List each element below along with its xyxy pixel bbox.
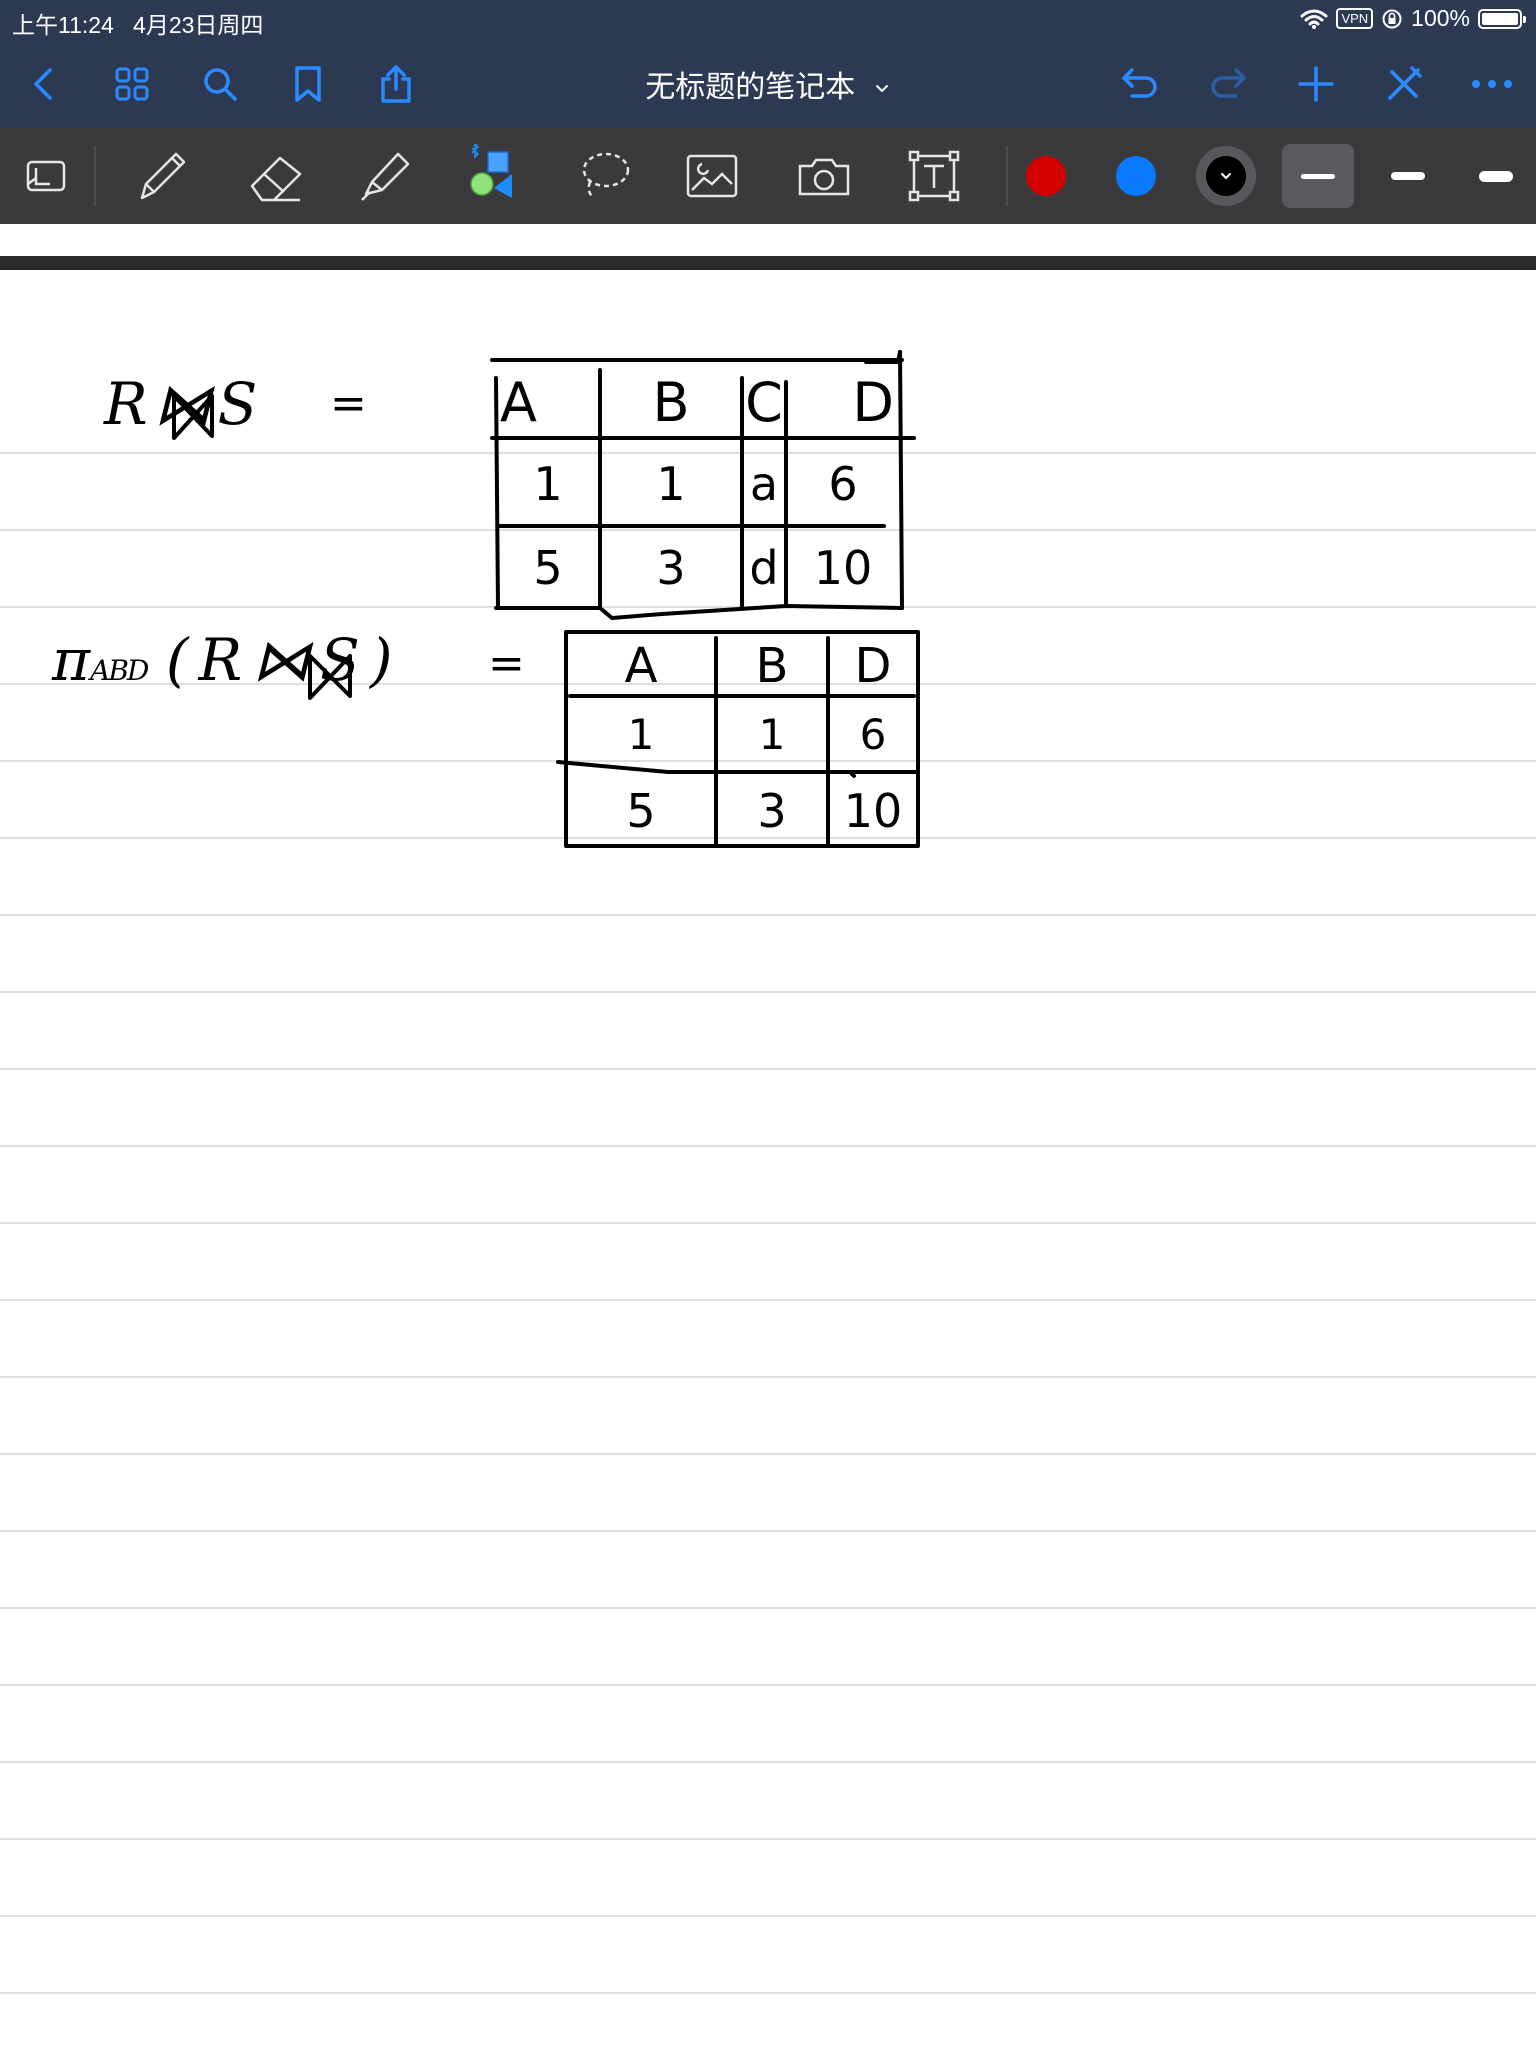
table1-header-a: A (500, 371, 537, 434)
back-chevron-icon (34, 68, 52, 100)
color-swatch-black-dot (1206, 156, 1246, 196)
note-page-canvas[interactable]: R⋈S = πABD (R⋈S) = A B C D 1 1 a 6 5 3 d… (0, 270, 1536, 2048)
text-box-icon (908, 150, 960, 202)
expr2-args: (R⋈S) (165, 626, 403, 694)
redo-button[interactable] (1204, 60, 1252, 108)
share-button[interactable] (372, 60, 420, 108)
stroke-weight-thin-bar (1301, 173, 1335, 179)
drawing-toolbar (0, 128, 1536, 224)
image-icon (686, 154, 738, 198)
undo-button[interactable] (1116, 60, 1164, 108)
table1-header-c: C (745, 371, 783, 434)
table2-cell-r2-b: 3 (757, 784, 787, 838)
expr1-left: R⋈S (104, 370, 264, 438)
stroke-weight-thin-selected[interactable] (1282, 144, 1354, 208)
expr2-text: πABD (R⋈S) (52, 626, 402, 694)
expr2-subscript: ABD (90, 654, 149, 687)
status-date: 4月23日周四 (133, 12, 264, 38)
share-icon (381, 65, 411, 103)
highlighter-icon (361, 152, 410, 201)
pen-tool[interactable] (130, 144, 194, 208)
undo-icon (1122, 68, 1157, 98)
back-button[interactable] (20, 60, 68, 108)
page-top-edge (0, 256, 1536, 270)
wifi-icon (1300, 9, 1328, 29)
more-button[interactable] (1468, 60, 1516, 108)
color-swatch-black-selected[interactable] (1196, 146, 1256, 206)
table1-cell-r2-d: 10 (813, 541, 873, 595)
color-swatch-blue[interactable] (1116, 156, 1156, 196)
status-right: VPN 100% (1300, 5, 1526, 32)
stroke-weight-medium-bar (1391, 172, 1425, 180)
highlighter-tool[interactable] (352, 144, 416, 208)
eraser-icon (250, 156, 302, 202)
expr1-equals: = (330, 378, 367, 429)
status-bar: 上午11:24 4月23日周四 VPN 100% (0, 0, 1536, 40)
stroke-weight-thick-bar (1479, 170, 1513, 182)
battery-fill (1482, 12, 1518, 25)
camera-tool[interactable] (792, 144, 856, 208)
table1-cell-r2-a: 5 (533, 541, 563, 595)
add-page-button[interactable] (1292, 60, 1340, 108)
lasso-tool[interactable] (572, 144, 636, 208)
text-box-tool[interactable] (902, 144, 966, 208)
add-icon (1298, 66, 1334, 102)
camera-icon (798, 158, 850, 196)
table2-cell-r1-b: 1 (758, 710, 786, 759)
stroke-weight-medium[interactable] (1372, 144, 1444, 208)
table1-cell-r1-a: 1 (533, 457, 563, 511)
eraser-tool[interactable] (244, 144, 308, 208)
table1-cell-r1-d: 6 (828, 457, 858, 511)
battery-icon (1478, 8, 1526, 29)
table1-cell-r1-c: a (749, 457, 779, 511)
table1-cell-r1-b: 1 (656, 457, 686, 511)
stylus-toggle-button[interactable] (1380, 60, 1428, 108)
stroke-weight-thick[interactable] (1460, 144, 1532, 208)
table2-cell-r1-a: 1 (627, 710, 655, 759)
shapes-icon (470, 144, 512, 198)
table2-cell-r2-d: 10 (843, 784, 903, 838)
nav-bar: 无标题的笔记本 (0, 40, 1536, 128)
grid-icon (115, 67, 149, 101)
battery-percent: 100% (1411, 5, 1470, 31)
table1-header-b: B (652, 371, 690, 434)
notebook-title[interactable]: 无标题的笔记本 (645, 70, 891, 105)
table2-cell-r1-d: 6 (859, 710, 887, 759)
expr1-text: R⋈S (104, 370, 263, 438)
expr2-pi: π (52, 626, 91, 694)
table2-header-b: B (755, 638, 789, 694)
table2-cell-r2-a: 5 (626, 784, 656, 838)
toolbar-divider (1006, 146, 1008, 206)
table1-header-d: D (852, 371, 894, 434)
chevron-down-icon (875, 84, 888, 92)
shapes-tool[interactable] (460, 144, 524, 208)
image-tool[interactable] (680, 144, 744, 208)
expr2-equals: = (488, 638, 525, 689)
table1-cell-r2-c: d (749, 541, 779, 595)
bookmark-button[interactable] (284, 60, 332, 108)
bookmark-icon (295, 66, 321, 102)
notebook-title-text: 无标题的笔记本 (645, 70, 856, 105)
close-stylus-icon (1388, 66, 1422, 100)
toolbar-divider (94, 146, 96, 206)
color-swatch-red[interactable] (1026, 156, 1066, 196)
table1-cell-r2-b: 3 (656, 541, 686, 595)
status-time: 上午11:24 (12, 12, 114, 38)
vpn-badge: VPN (1336, 8, 1374, 29)
table2-header-d: D (854, 638, 892, 694)
orientation-lock-icon (1382, 9, 1402, 28)
status-time-date: 上午11:24 4月23日周四 (12, 6, 263, 40)
more-icon (1472, 80, 1512, 88)
lasso-icon (582, 152, 630, 199)
zoom-window-button[interactable] (14, 144, 78, 208)
zoom-window-icon (26, 160, 66, 192)
search-icon (204, 68, 237, 101)
thumbnails-button[interactable] (108, 60, 156, 108)
chevron-down-icon (1221, 173, 1231, 180)
redo-icon (1211, 68, 1246, 98)
search-button[interactable] (196, 60, 244, 108)
pen-icon (140, 152, 186, 200)
table2-header-a: A (624, 638, 658, 694)
